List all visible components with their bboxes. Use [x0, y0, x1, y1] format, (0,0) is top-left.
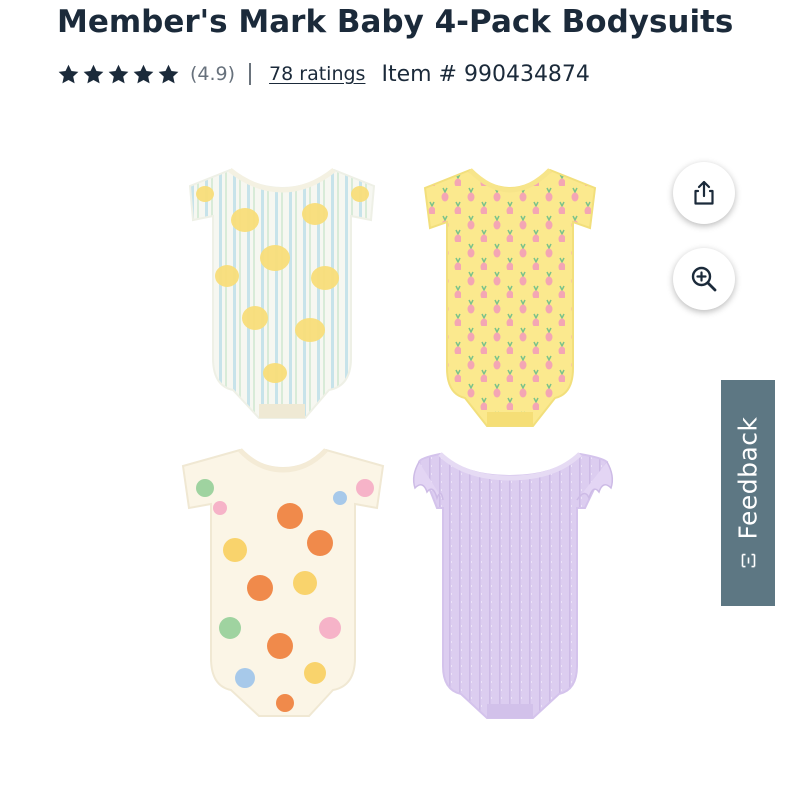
zoom-button[interactable]: [673, 248, 735, 310]
star-icon: [158, 64, 179, 83]
star-icon: [108, 64, 129, 83]
product-meta: (4.9) 78 ratings Item # 990434874: [57, 58, 590, 90]
product-title: Member's Mark Baby 4-Pack Bodysuits: [57, 4, 734, 40]
product-image[interactable]: [175, 158, 620, 726]
feedback-icon: [741, 553, 755, 568]
star-icon: [133, 64, 154, 83]
divider: [249, 63, 252, 85]
feedback-tab[interactable]: Feedback: [721, 380, 775, 606]
zoom-in-icon: [691, 266, 717, 292]
rating-value: (4.9): [190, 63, 236, 85]
share-button[interactable]: [673, 162, 735, 224]
star-rating[interactable]: [57, 63, 180, 86]
ratings-link[interactable]: 78 ratings: [269, 63, 365, 85]
share-icon: [694, 180, 714, 205]
star-icon: [58, 64, 79, 83]
item-number: Item # 990434874: [381, 61, 590, 87]
feedback-content: Feedback: [734, 416, 763, 569]
feedback-label: Feedback: [733, 416, 763, 540]
star-icon: [83, 64, 104, 83]
